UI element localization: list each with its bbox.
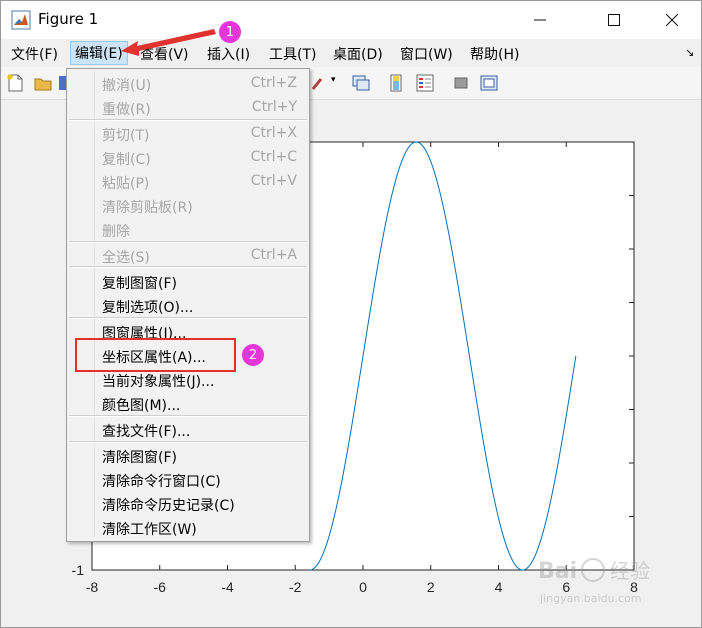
annotation-highlight-box: [75, 338, 236, 372]
annotation-badge-2: 2: [242, 344, 264, 366]
svg-text:经验: 经验: [610, 559, 650, 583]
annotation-badge-1: 1: [219, 21, 241, 43]
svg-text:jingyan.baidu.com: jingyan.baidu.com: [539, 592, 642, 605]
baidu-watermark-logo: Bai 经验 jingyan.baidu.com: [538, 558, 650, 605]
annotation-arrow-icon: [121, 29, 216, 56]
annotation-overlay: [121, 29, 216, 56]
svg-text:Bai: Bai: [538, 559, 577, 584]
